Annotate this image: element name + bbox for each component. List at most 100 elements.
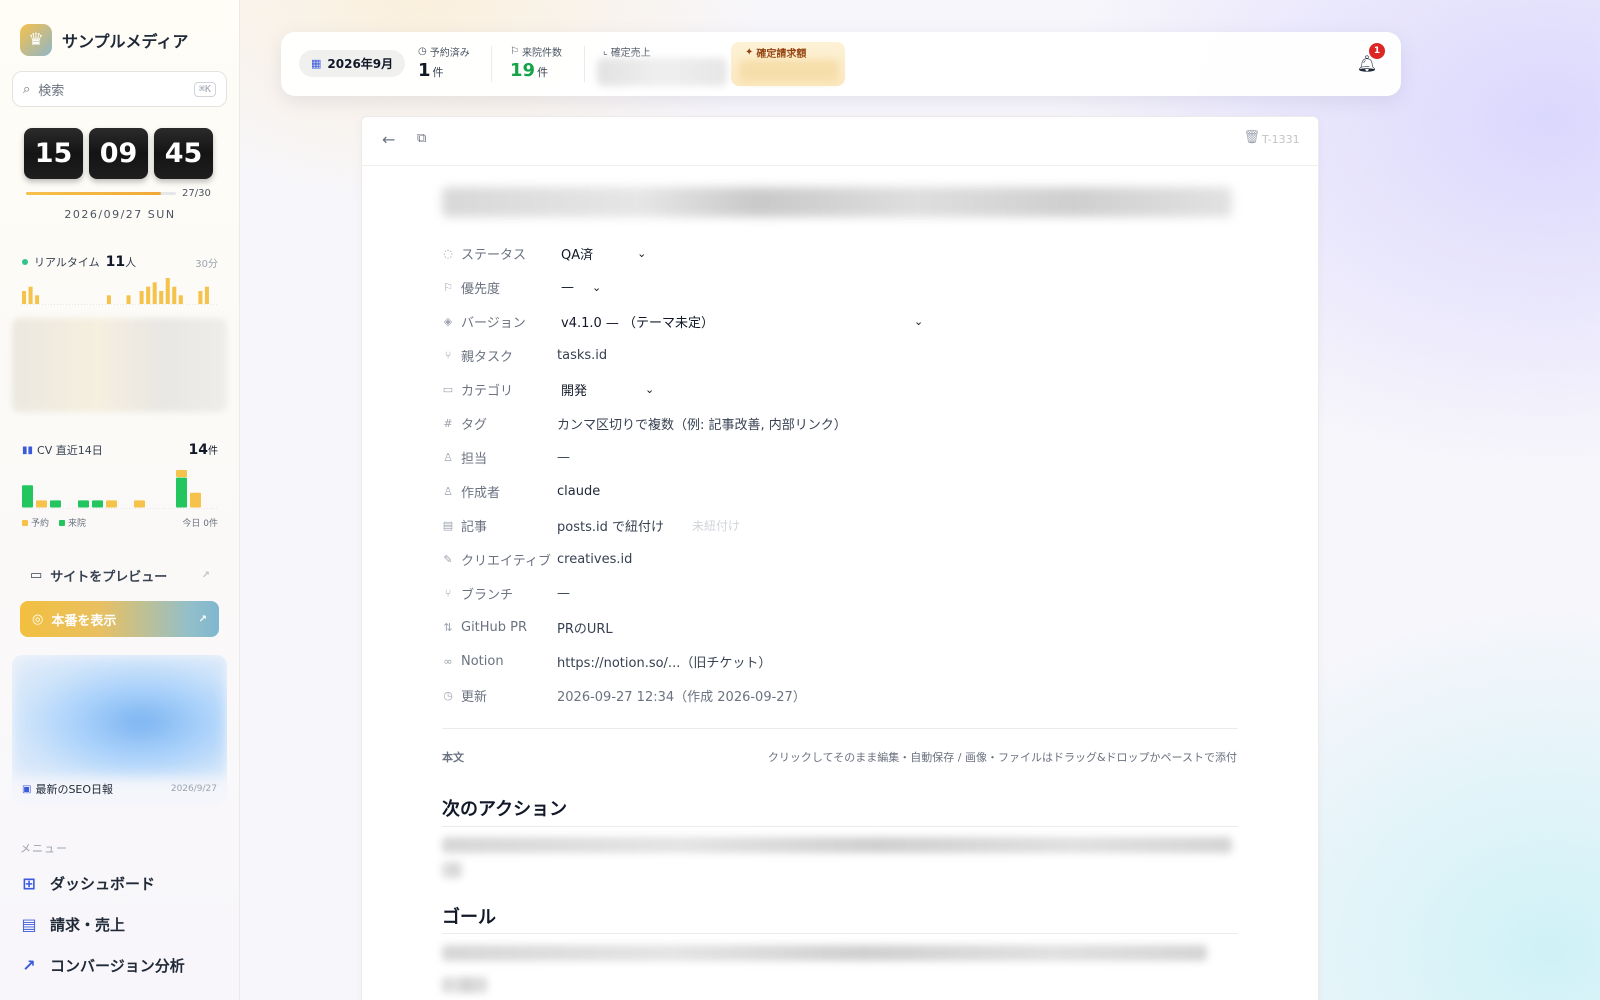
prop-value-tags[interactable]: カンマ区切りで複数（例: 記事改善, 内部リンク）	[557, 414, 847, 433]
heading-next-action[interactable]: 次のアクション	[442, 795, 567, 821]
prop-value-priority[interactable]: — ⌄	[557, 280, 601, 295]
prop-label-text: GitHub PR	[461, 619, 528, 635]
menu-label: メニュー	[20, 842, 68, 855]
stat-label-text: 来院件数	[521, 48, 562, 59]
realtime-bar	[159, 291, 164, 304]
prop-value-text: claude	[557, 483, 601, 499]
version-select[interactable]: v4.1.0 — （テーマ未定） ⌄	[557, 312, 923, 331]
prop-value-assignee[interactable]: —	[557, 450, 570, 465]
stat-confirmed-sales-label: ⌞ 確定売上	[603, 44, 651, 59]
copy-icon[interactable]: ⧉	[417, 131, 426, 146]
prop-value-text: 2026-09-27 12:34（作成 2026-09-27）	[557, 689, 806, 705]
prop-value-notion[interactable]: https://notion.so/...（旧チケット）	[557, 652, 771, 671]
prop-value-creative[interactable]: creatives.id	[557, 552, 632, 567]
task-title-blurred[interactable]	[442, 187, 1232, 217]
crown-icon: ♛	[20, 24, 52, 56]
prop-label-text: 担当	[461, 451, 488, 467]
realtime-bar	[22, 291, 27, 304]
prop-label-text: 優先度	[461, 281, 501, 297]
back-arrow-icon[interactable]: ←	[382, 130, 395, 149]
clock-icon: ◷	[418, 46, 427, 57]
realtime-label: リアルタイム	[34, 256, 100, 269]
pull-request-icon: ⇅	[443, 620, 453, 634]
priority-select[interactable]: — ⌄	[557, 280, 601, 295]
prop-label: # タグ	[442, 414, 557, 433]
prop-value-parent[interactable]: tasks.id	[557, 348, 607, 363]
prop-label: ♙ 担当	[442, 448, 557, 467]
realtime-bar	[172, 286, 177, 304]
month-selector[interactable]: ▦ 2026年9月	[299, 50, 406, 77]
prop-value-version[interactable]: v4.1.0 — （テーマ未定） ⌄	[557, 312, 923, 331]
sidebar-item-label: 請求・売上	[50, 916, 126, 934]
globe-icon: ◎	[32, 611, 44, 627]
cv-bar-visit	[50, 500, 61, 508]
sidebar-item-conversion[interactable]: ↗ コンバージョン分析	[20, 955, 184, 976]
prop-author: ♙ 作成者 claude	[442, 479, 1242, 503]
site-preview-link[interactable]: ▭ サイトをプレビュー ↗	[30, 566, 210, 585]
stat-value-unit: 件	[432, 66, 444, 79]
cv-bar-reserve	[134, 500, 145, 508]
prop-category: ▭ カテゴリ 開発 ⌄	[442, 377, 1242, 401]
body-text-blurred[interactable]	[442, 945, 1207, 961]
month-label: 2026年9月	[327, 57, 394, 71]
body-hint: クリックしてそのまま編集・自動保存 / 画像・ファイルはドラッグ&ドロップかペー…	[767, 751, 1237, 764]
heading-goal[interactable]: ゴール	[442, 903, 496, 929]
sidebar-item-billing[interactable]: ▤ 請求・売上	[20, 914, 125, 935]
parent-task-icon: ⑂	[444, 348, 452, 362]
seo-report-date: 2026/9/27	[170, 784, 217, 794]
hash-icon: #	[443, 416, 453, 430]
body-text-blurred[interactable]	[442, 837, 1232, 853]
external-link-icon: ↗	[201, 570, 210, 581]
prop-label: ⇅ GitHub PR	[442, 620, 557, 635]
brand[interactable]: ♛ サンプルメディア	[20, 24, 188, 56]
seo-report-thumbnail	[12, 655, 227, 777]
article-icon: ▤	[442, 518, 454, 532]
prop-value-author[interactable]: claude	[557, 484, 600, 499]
prop-label-text: ステータス	[461, 247, 527, 263]
prop-label-text: タグ	[461, 417, 488, 433]
realtime-header: リアルタイム 11 人 30分	[22, 254, 218, 270]
notification-badge: 1	[1369, 43, 1385, 59]
prop-label-text: ブランチ	[461, 587, 514, 603]
prop-branch: ⑂ ブランチ —	[442, 581, 1242, 605]
seo-report-footer: ▣ 最新のSEO日報 2026/9/27	[22, 781, 217, 797]
legend-reserve-label: 予約	[31, 519, 50, 529]
body-text-blurred[interactable]	[442, 977, 487, 993]
prop-value-branch[interactable]: —	[557, 586, 570, 601]
cv-chart	[21, 470, 217, 509]
search-input[interactable]: ⌕ 検索 ⌘K	[12, 71, 227, 107]
author-icon: ♙	[443, 484, 453, 498]
prop-value-updated[interactable]: 2026-09-27 12:34（作成 2026-09-27）	[557, 686, 806, 705]
body-text-blurred[interactable]	[442, 862, 462, 878]
prop-value-pr[interactable]: PRのURL	[557, 618, 613, 637]
realtime-bar	[165, 278, 170, 304]
user-icon: ♙	[443, 450, 453, 464]
legend-reserve: 予約	[22, 516, 49, 529]
cv-bar-visit	[176, 477, 187, 508]
prop-value-article[interactable]: posts.id で紐付け 未紐付け	[557, 516, 740, 535]
layers-icon: ◈	[443, 314, 453, 328]
cv-bar-reserve	[176, 470, 187, 478]
prop-assignee: ♙ 担当 —	[442, 445, 1242, 469]
trash-icon[interactable]: 🗑︎	[1243, 130, 1260, 145]
sidebar-item-dashboard[interactable]: ⊞ ダッシュボード	[20, 873, 155, 894]
stat-label-text: 予約済み	[429, 48, 470, 59]
cv-total-unit: 件	[208, 446, 218, 457]
status-select[interactable]: QA済 ⌄	[557, 244, 646, 263]
realtime-bar	[126, 295, 131, 304]
prop-value-text: PRのURL	[557, 621, 613, 637]
category-select[interactable]: 開発 ⌄	[557, 380, 654, 399]
production-button[interactable]: ◎ 本番を表示 ↗	[20, 601, 219, 637]
prop-value-text: tasks.id	[557, 347, 608, 363]
seo-report-card[interactable]: ▣ 最新のSEO日報 2026/9/27	[12, 655, 227, 805]
prop-value-category[interactable]: 開発 ⌄	[557, 380, 654, 399]
stat-confirmed-billing: ✦ 確定請求額	[731, 42, 845, 86]
monitor-icon: ▭	[30, 568, 43, 583]
legend-visit-label: 来院	[68, 519, 87, 529]
cv-bar-reserve	[190, 492, 201, 508]
prop-version: ◈ バージョン v4.1.0 — （テーマ未定） ⌄	[442, 309, 1242, 333]
flag-icon: ⚐	[443, 280, 453, 294]
prop-value-status[interactable]: QA済 ⌄	[557, 244, 646, 263]
prop-label: ♙ 作成者	[442, 482, 557, 501]
status-icon: ◌	[443, 246, 453, 260]
